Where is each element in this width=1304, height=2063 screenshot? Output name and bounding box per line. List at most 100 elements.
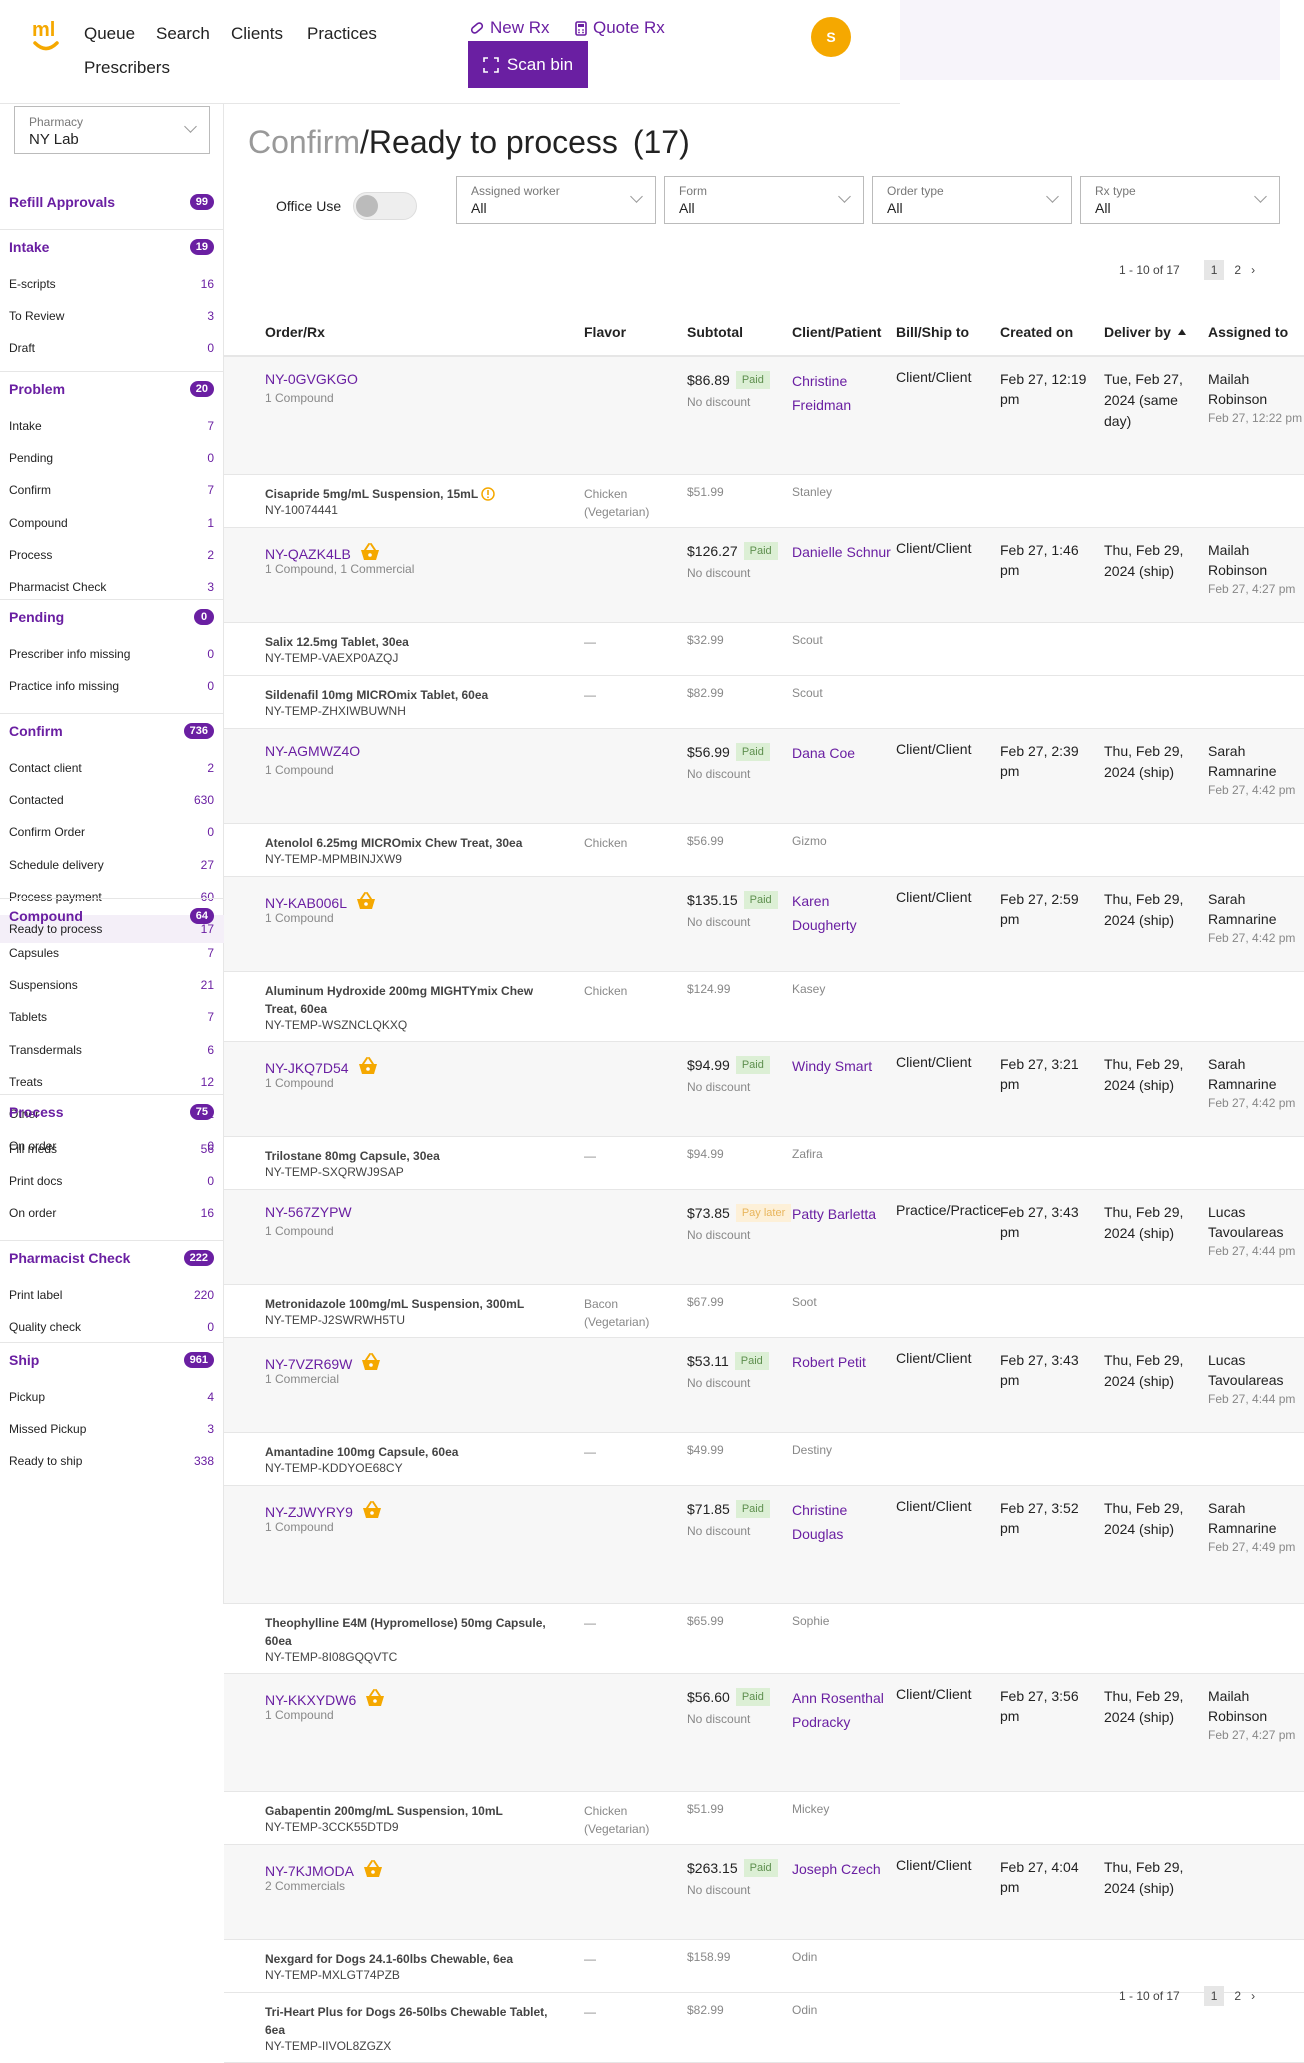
nav-clients[interactable]: Clients bbox=[231, 24, 283, 44]
page-2-button[interactable]: 2 bbox=[1234, 263, 1241, 277]
nav-queue[interactable]: Queue bbox=[84, 24, 135, 44]
sidebar-item-confirm[interactable]: Confirm 7 bbox=[0, 476, 224, 504]
page-2-button[interactable]: 2 bbox=[1234, 1989, 1241, 2003]
sidebar-item-tablets[interactable]: Tablets 7 bbox=[0, 1003, 224, 1031]
table-row[interactable]: NY-7KJMODA 2 Commercials $263.15 Paid No dis… bbox=[224, 1844, 1304, 1939]
sidebar-item-quality-check[interactable]: Quality check 0 bbox=[0, 1313, 224, 1341]
client-link[interactable]: Christine Freidman bbox=[792, 369, 892, 417]
sidebar-item-pickup[interactable]: Pickup 4 bbox=[0, 1383, 224, 1411]
next-page-button[interactable]: › bbox=[1251, 1989, 1255, 2003]
order-type-filter[interactable]: Order type All bbox=[872, 176, 1072, 224]
nav-prescribers[interactable]: Prescribers bbox=[84, 58, 170, 78]
client-link[interactable]: Robert Petit bbox=[792, 1350, 892, 1374]
next-page-button[interactable]: › bbox=[1251, 263, 1255, 277]
table-row[interactable]: NY-KAB006L 1 Compound $135.15 Paid No discou… bbox=[224, 876, 1304, 971]
page-1-button[interactable]: 1 bbox=[1203, 1986, 1225, 2006]
client-link[interactable]: Danielle Schnur bbox=[792, 540, 892, 564]
list-item[interactable]: Gabapentin 200mg/mL Suspension, 10mL NY-T… bbox=[224, 1791, 1304, 1844]
sidebar-item-e-scripts[interactable]: E-scripts 16 bbox=[0, 270, 224, 298]
sidebar-item-fill-meds[interactable]: Fill meds 56 bbox=[0, 1135, 224, 1163]
sidebar-item-schedule-delivery[interactable]: Schedule delivery 27 bbox=[0, 851, 224, 879]
sidebar-group-refill-approvals[interactable]: Refill Approvals 99 bbox=[0, 192, 224, 212]
quote-rx-button[interactable]: Quote Rx bbox=[575, 18, 665, 38]
sidebar-group-process[interactable]: Process 75 bbox=[0, 1102, 224, 1122]
client-link[interactable]: Christine Douglas bbox=[792, 1498, 892, 1546]
table-row[interactable]: NY-KKXYDW6 1 Compound $56.60 Paid No discoun… bbox=[224, 1673, 1304, 1791]
sidebar-item-process[interactable]: Process 2 bbox=[0, 541, 224, 569]
column-created[interactable]: Created on bbox=[1000, 324, 1073, 340]
sidebar-group-problem[interactable]: Problem 20 bbox=[0, 379, 224, 399]
form-filter[interactable]: Form All bbox=[664, 176, 864, 224]
table-row[interactable]: NY-0GVGKGO 1 Compound $86.89 Paid No discoun… bbox=[224, 356, 1304, 474]
sidebar-group-ship[interactable]: Ship 961 bbox=[0, 1350, 224, 1370]
sidebar-item-confirm-order[interactable]: Confirm Order 0 bbox=[0, 818, 224, 846]
column-order[interactable]: Order/Rx bbox=[265, 324, 325, 340]
warning-icon[interactable] bbox=[478, 487, 496, 501]
sidebar-item-capsules[interactable]: Capsules 7 bbox=[0, 939, 224, 967]
column-assigned[interactable]: Assigned to bbox=[1208, 324, 1288, 340]
list-item[interactable]: Trilostane 80mg Capsule, 30ea NY-TEMP-SXQ… bbox=[224, 1136, 1304, 1189]
column-subtotal[interactable]: Subtotal bbox=[687, 324, 743, 340]
sidebar-item-prescriber-info-missing[interactable]: Prescriber info missing 0 bbox=[0, 640, 224, 668]
list-item[interactable]: Nexgard for Dogs 24.1-60lbs Chewable, 6e… bbox=[224, 1939, 1304, 1992]
client-link[interactable]: Dana Coe bbox=[792, 741, 892, 765]
table-row[interactable]: NY-ZJWYRY9 1 Compound $71.85 Paid No discoun… bbox=[224, 1485, 1304, 1603]
sidebar-item-suspensions[interactable]: Suspensions 21 bbox=[0, 971, 224, 999]
sidebar-item-intake[interactable]: Intake 7 bbox=[0, 412, 224, 440]
table-row[interactable]: NY-JKQ7D54 1 Compound $94.99 Paid No discoun… bbox=[224, 1041, 1304, 1136]
order-id-link[interactable]: NY-0GVGKGO bbox=[265, 371, 358, 387]
sidebar-item-on-order[interactable]: On order 16 bbox=[0, 1199, 224, 1227]
assigned-worker-filter[interactable]: Assigned worker All bbox=[456, 176, 656, 224]
scan-bin-button[interactable]: Scan bin bbox=[468, 41, 588, 88]
new-rx-button[interactable]: New Rx bbox=[470, 18, 550, 38]
client-link[interactable]: Karen Dougherty bbox=[792, 889, 892, 937]
sidebar-group-compound[interactable]: Compound 64 bbox=[0, 906, 224, 926]
sidebar-item-transdermals[interactable]: Transdermals 6 bbox=[0, 1036, 224, 1064]
client-link[interactable]: Joseph Czech bbox=[792, 1857, 892, 1881]
sidebar-group-intake[interactable]: Intake 19 bbox=[0, 237, 224, 257]
order-id-link[interactable]: NY-567ZYPW bbox=[265, 1204, 352, 1220]
sidebar-item-contact-client[interactable]: Contact client 2 bbox=[0, 754, 224, 782]
nav-search[interactable]: Search bbox=[156, 24, 210, 44]
sidebar-item-missed-pickup[interactable]: Missed Pickup 3 bbox=[0, 1415, 224, 1443]
rx-type-filter[interactable]: Rx type All bbox=[1080, 176, 1280, 224]
ml-logo-icon[interactable]: ml bbox=[28, 16, 64, 58]
sidebar-item-practice-info-missing[interactable]: Practice info missing 0 bbox=[0, 672, 224, 700]
sidebar-item-pending[interactable]: Pending 0 bbox=[0, 444, 224, 472]
sidebar-group-confirm[interactable]: Confirm 736 bbox=[0, 721, 224, 741]
sidebar-item-pharmacist-check[interactable]: Pharmacist Check 3 bbox=[0, 573, 224, 601]
sidebar-group-pharmacist-check[interactable]: Pharmacist Check 222 bbox=[0, 1248, 224, 1268]
sidebar-item-print-label[interactable]: Print label 220 bbox=[0, 1281, 224, 1309]
column-client[interactable]: Client/Patient bbox=[792, 324, 881, 340]
nav-practices[interactable]: Practices bbox=[307, 24, 377, 44]
column-bill-ship[interactable]: Bill/Ship to bbox=[896, 324, 969, 340]
table-row[interactable]: NY-AGMWZ4O 1 Compound $56.99 Paid No discoun… bbox=[224, 728, 1304, 823]
client-link[interactable]: Ann Rosenthal Podracky bbox=[792, 1686, 892, 1734]
list-item[interactable]: Aluminum Hydroxide 200mg MIGHTYmix Chew … bbox=[224, 971, 1304, 1041]
list-item[interactable]: Theophylline E4M (Hypromellose) 50mg Cap… bbox=[224, 1603, 1304, 1673]
sidebar-item-ready-to-ship[interactable]: Ready to ship 338 bbox=[0, 1447, 224, 1475]
breadcrumb-confirm[interactable]: Confirm bbox=[248, 124, 360, 160]
table-row[interactable]: NY-567ZYPW 1 Compound $73.85 Pay later No di… bbox=[224, 1189, 1304, 1284]
list-item[interactable]: Salix 12.5mg Tablet, 30ea NY-TEMP-VAEXP0A… bbox=[224, 622, 1304, 675]
office-use-toggle[interactable] bbox=[353, 192, 418, 220]
list-item[interactable]: Sildenafil 10mg MICROmix Tablet, 60ea NY-… bbox=[224, 675, 1304, 728]
sidebar-item-contacted[interactable]: Contacted 630 bbox=[0, 786, 224, 814]
page-1-button[interactable]: 1 bbox=[1203, 260, 1225, 280]
pharmacy-select[interactable]: Pharmacy NY Lab bbox=[14, 106, 210, 154]
list-item[interactable]: Metronidazole 100mg/mL Suspension, 300mL… bbox=[224, 1284, 1304, 1337]
table-row[interactable]: NY-QAZK4LB 1 Compound, 1 Commercial $126.2… bbox=[224, 527, 1304, 622]
sidebar-item-compound[interactable]: Compound 1 bbox=[0, 509, 224, 537]
sidebar-group-pending[interactable]: Pending 0 bbox=[0, 607, 224, 627]
column-flavor[interactable]: Flavor bbox=[584, 324, 626, 340]
list-item[interactable]: Amantadine 100mg Capsule, 60ea NY-TEMP-KD… bbox=[224, 1432, 1304, 1485]
list-item[interactable]: Cisapride 5mg/mL Suspension, 15mL NY-100… bbox=[224, 474, 1304, 527]
sidebar-item-to-review[interactable]: To Review 3 bbox=[0, 302, 224, 330]
client-link[interactable]: Windy Smart bbox=[792, 1054, 892, 1078]
sidebar-item-treats[interactable]: Treats 12 bbox=[0, 1068, 224, 1096]
user-avatar[interactable]: S bbox=[811, 17, 851, 57]
order-id-link[interactable]: NY-AGMWZ4O bbox=[265, 743, 360, 759]
column-deliver-by[interactable]: Deliver by bbox=[1104, 324, 1187, 340]
client-link[interactable]: Patty Barletta bbox=[792, 1202, 892, 1226]
list-item[interactable]: Atenolol 6.25mg MICROmix Chew Treat, 30e… bbox=[224, 823, 1304, 876]
